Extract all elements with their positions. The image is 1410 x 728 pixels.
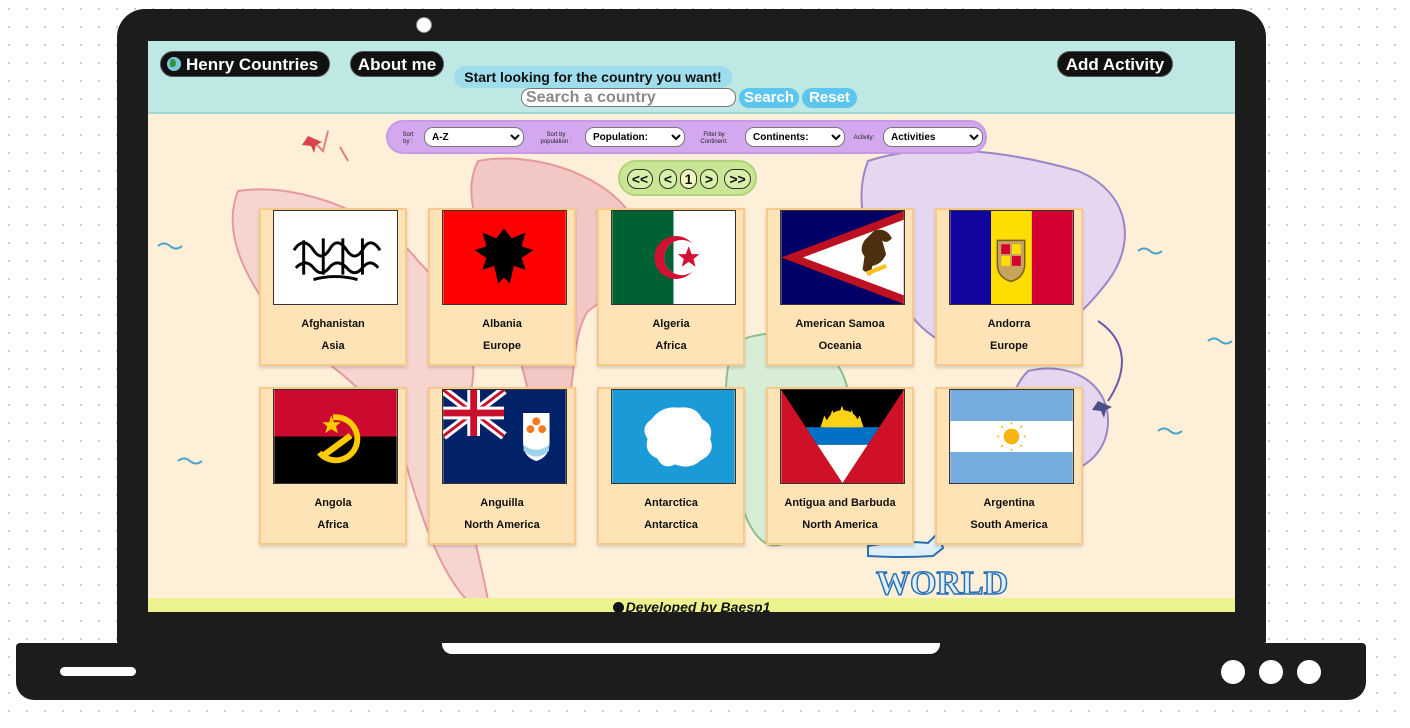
last-page-button[interactable]: >> bbox=[724, 169, 751, 189]
continent-label: Filter by Continent: bbox=[700, 132, 728, 145]
country-name: Anguilla bbox=[480, 497, 524, 509]
sort-select[interactable]: A-Z bbox=[424, 127, 524, 147]
sort-label: Sort by : bbox=[402, 132, 414, 145]
laptop-light-icon bbox=[1221, 660, 1245, 684]
country-card[interactable]: Afghanistan Asia bbox=[259, 208, 407, 366]
country-name: Algeria bbox=[652, 318, 690, 330]
country-continent: South America bbox=[970, 519, 1048, 531]
top-navbar: Henry Countries About me Start looking f… bbox=[148, 41, 1235, 114]
home-brand-button[interactable]: Henry Countries bbox=[160, 51, 330, 77]
country-name: Antigua and Barbuda bbox=[784, 497, 896, 509]
country-continent: Europe bbox=[483, 340, 521, 352]
country-name: Albania bbox=[482, 318, 522, 330]
activity-label: Activity: bbox=[853, 135, 875, 141]
country-continent: Africa bbox=[317, 519, 349, 531]
flag-andorra-icon bbox=[949, 210, 1074, 305]
country-name: Afghanistan bbox=[301, 318, 365, 330]
flag-antarctica-icon bbox=[611, 389, 736, 484]
country-card[interactable]: Antarctica Antarctica bbox=[597, 387, 745, 545]
country-continent: Oceania bbox=[818, 340, 862, 352]
laptop-notch bbox=[442, 643, 940, 654]
country-name: Antarctica bbox=[644, 497, 698, 509]
add-activity-button[interactable]: Add Activity bbox=[1057, 51, 1173, 77]
laptop-light-icon bbox=[1259, 660, 1283, 684]
country-continent: Africa bbox=[655, 340, 687, 352]
flag-afghanistan-icon bbox=[273, 210, 398, 305]
flag-antigua-icon bbox=[780, 389, 905, 484]
brand-label: Henry Countries bbox=[186, 55, 319, 74]
country-card[interactable]: Algeria Africa bbox=[597, 208, 745, 366]
country-continent: Asia bbox=[321, 340, 345, 352]
next-page-button[interactable]: > bbox=[700, 169, 718, 189]
filter-bar: Sort by : A-Z Sort by population : Popul… bbox=[386, 120, 987, 154]
flag-albania-icon bbox=[442, 210, 567, 305]
country-card[interactable]: Andorra Europe bbox=[935, 208, 1083, 366]
country-continent: Antarctica bbox=[644, 519, 698, 531]
country-card[interactable]: Antigua and Barbuda North America bbox=[766, 387, 914, 545]
webcam-icon bbox=[416, 17, 432, 33]
population-select[interactable]: Population: bbox=[585, 127, 685, 147]
country-continent: North America bbox=[802, 519, 878, 531]
country-continent: North America bbox=[464, 519, 540, 531]
country-card[interactable]: Argentina South America bbox=[935, 387, 1083, 545]
footer-text: Developed by Baesp1 bbox=[625, 599, 771, 612]
continent-select[interactable]: Continents: bbox=[745, 127, 845, 147]
page-number-button[interactable]: 1 bbox=[680, 169, 697, 189]
reset-button[interactable]: Reset bbox=[802, 88, 857, 108]
footer: Developed by Baesp1 bbox=[148, 598, 1235, 612]
prev-page-button[interactable]: < bbox=[659, 169, 677, 189]
country-card[interactable]: Anguilla North America bbox=[428, 387, 576, 545]
country-continent: Europe bbox=[990, 340, 1028, 352]
flag-american-samoa-icon bbox=[780, 210, 905, 305]
about-me-button[interactable]: About me bbox=[350, 51, 444, 77]
country-name: Angola bbox=[314, 497, 352, 509]
country-name: Andorra bbox=[987, 318, 1031, 330]
country-name: Argentina bbox=[983, 497, 1035, 509]
search-button[interactable]: Search bbox=[739, 88, 799, 108]
population-label: Sort by population : bbox=[540, 132, 572, 145]
flag-algeria-icon bbox=[611, 210, 736, 305]
country-card[interactable]: Angola Africa bbox=[259, 387, 407, 545]
flag-anguilla-icon bbox=[442, 389, 567, 484]
github-icon bbox=[612, 602, 624, 612]
footer-link[interactable]: Developed by Baesp1 bbox=[148, 598, 1235, 612]
country-card[interactable]: American Samoa Oceania bbox=[766, 208, 914, 366]
globe-icon bbox=[167, 57, 181, 71]
country-card[interactable]: Albania Europe bbox=[428, 208, 576, 366]
world-map-label: WORLD bbox=[876, 565, 1008, 602]
laptop-slot-icon bbox=[60, 667, 136, 676]
search-input[interactable] bbox=[521, 88, 736, 107]
laptop-light-icon bbox=[1297, 660, 1321, 684]
flag-argentina-icon bbox=[949, 389, 1074, 484]
app-screen: WORLD Henry Countries About me Start loo… bbox=[148, 41, 1235, 612]
first-page-button[interactable]: << bbox=[627, 169, 653, 189]
country-name: American Samoa bbox=[795, 318, 885, 330]
activity-select[interactable]: Activities bbox=[883, 127, 983, 147]
search-hint-text: Start looking for the country you want! bbox=[454, 66, 732, 88]
pagination: << < 1 > >> bbox=[618, 160, 757, 196]
flag-angola-icon bbox=[273, 389, 398, 484]
